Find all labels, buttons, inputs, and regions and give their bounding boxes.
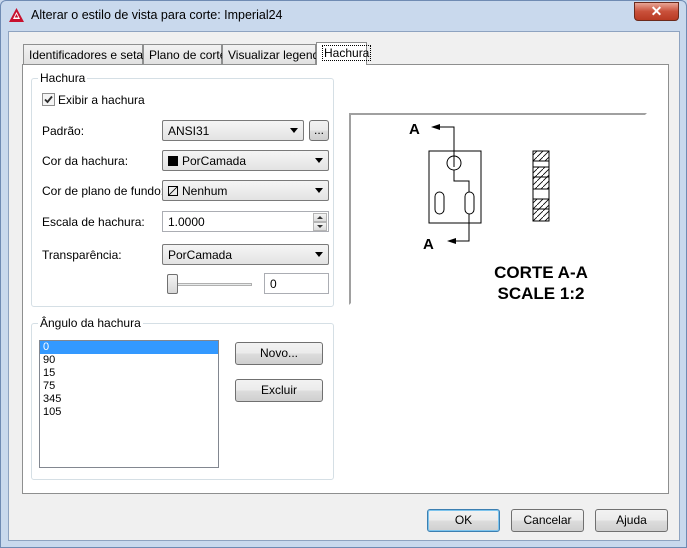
cancel-label: Cancelar [523, 513, 572, 527]
chevron-down-icon [290, 128, 298, 133]
slot-right [464, 191, 475, 215]
show-hatch-label: Exibir a hachura [58, 93, 145, 107]
tab-identifiers-arrows[interactable]: Identificadores e setas [23, 44, 149, 64]
section-label-top: A [409, 121, 420, 138]
angle-list-item[interactable]: 0 [40, 341, 218, 354]
bg-color-dropdown[interactable]: Nenhum [162, 180, 329, 201]
hatch-angle-group-legend: Ângulo da hachura [38, 316, 143, 330]
hatch-color-dropdown[interactable]: PorCamada [162, 150, 329, 171]
title-bar[interactable]: Alterar o estilo de vista para corte: Im… [1, 1, 686, 29]
help-button[interactable]: Ajuda [595, 509, 668, 532]
cut-line-bottom [451, 214, 470, 242]
checkmark-icon [44, 95, 53, 104]
hatch-region-2 [532, 166, 550, 190]
new-angle-button[interactable]: Novo... [235, 342, 323, 365]
hatch-angle-group: Ângulo da hachura 0 90 15 75 345 105 Novo... … [31, 316, 334, 480]
hatch-region-3 [532, 198, 550, 222]
arrow-bottom-icon [447, 238, 456, 244]
pattern-dropdown[interactable]: ANSI31 [162, 120, 304, 141]
angle-list-item[interactable]: 105 [40, 406, 218, 419]
transparency-value-input[interactable]: 0 [264, 273, 329, 294]
spin-down-icon [317, 225, 323, 228]
tab-cutting-plane[interactable]: Plano de corte [143, 44, 226, 64]
bg-color-display: Nenhum [168, 184, 227, 198]
angle-list-item[interactable]: 345 [40, 393, 218, 406]
hatch-color-label: Cor da hachura: [42, 154, 129, 168]
help-label: Ajuda [616, 513, 647, 527]
angle-list-item[interactable]: 90 [40, 354, 218, 367]
autocad-app-icon [9, 8, 24, 22]
preview-caption-line2: SCALE 1:2 [498, 284, 585, 303]
close-button[interactable]: ✕ [634, 2, 679, 21]
arrow-top-icon [431, 124, 440, 130]
show-hatch-checkbox[interactable] [42, 93, 55, 106]
tab-label: Hachura [322, 45, 372, 61]
hatch-color-display: PorCamada [168, 154, 246, 168]
cancel-button[interactable]: Cancelar [511, 509, 584, 532]
bg-color-value: Nenhum [182, 184, 228, 198]
tab-label: Identificadores e setas [29, 48, 150, 62]
dialog-window: Alterar o estilo de vista para corte: Im… [0, 0, 687, 548]
new-angle-label: Novo... [259, 346, 298, 360]
scale-input[interactable]: 1.0000 [162, 211, 329, 232]
transparency-slider-track[interactable] [169, 283, 252, 286]
ok-label: OK [454, 513, 473, 527]
chevron-down-icon [315, 252, 323, 257]
hatch-region-1 [532, 150, 550, 162]
window-title: Alterar o estilo de vista para corte: Im… [31, 8, 283, 22]
scale-label: Escala de hachura: [42, 215, 145, 229]
angle-list-item[interactable]: 75 [40, 380, 218, 393]
tab-label: Plano de corte [149, 48, 227, 62]
browse-label: ... [313, 123, 324, 137]
angle-listbox[interactable]: 0 90 15 75 345 105 [39, 340, 219, 468]
no-color-icon [168, 186, 178, 196]
angle-list-item[interactable]: 15 [40, 367, 218, 380]
spin-down-button[interactable] [313, 222, 327, 231]
pattern-label: Padrão: [42, 124, 85, 138]
spin-up-button[interactable] [313, 213, 327, 222]
delete-angle-button[interactable]: Excluir [235, 379, 323, 402]
section-label-bottom: A [423, 236, 434, 253]
slot-left [434, 191, 445, 215]
hatch-group: Hachura Exibir a hachura Padrão: ANSI31 … [31, 71, 334, 307]
transparency-dropdown[interactable]: PorCamada [162, 244, 329, 265]
preview-caption-line1: CORTE A-A [494, 263, 588, 282]
preview-pane: A A CORTE A-A SCALE 1:2 [349, 113, 647, 305]
ok-button[interactable]: OK [427, 509, 500, 532]
tab-view-label[interactable]: Visualizar legenda [222, 44, 326, 64]
angle-list: 0 90 15 75 345 105 [40, 341, 218, 419]
section-view-preview: A A CORTE A-A SCALE 1:2 [409, 121, 588, 303]
pattern-value: ANSI31 [168, 124, 210, 138]
hatch-group-legend: Hachura [38, 71, 88, 85]
hatch-tab-panel: Hachura Exibir a hachura Padrão: ANSI31 … [22, 64, 669, 494]
browse-pattern-button[interactable]: ... [309, 120, 329, 141]
transparency-label: Transparência: [42, 248, 122, 262]
delete-angle-label: Excluir [260, 383, 297, 397]
transparency-slider-thumb[interactable] [167, 274, 178, 294]
chevron-down-icon [315, 188, 323, 193]
spin-up-icon [317, 216, 323, 219]
bg-color-label: Cor de plano de fundo: [42, 184, 165, 198]
close-icon: ✕ [650, 3, 663, 19]
cut-line-top [433, 126, 455, 167]
tab-hatch[interactable]: Hachura [316, 42, 372, 65]
tab-label: Visualizar legenda [228, 48, 326, 62]
transparency-slider-value: 0 [270, 277, 277, 291]
scale-value: 1.0000 [168, 215, 205, 229]
transparency-value: PorCamada [168, 248, 233, 262]
hatch-color-value: PorCamada [182, 154, 247, 168]
color-swatch-icon [168, 156, 178, 166]
chevron-down-icon [315, 158, 323, 163]
cut-line-middle [453, 170, 470, 192]
dialog-client-area: Identificadores e setas Plano de corte V… [8, 31, 680, 541]
